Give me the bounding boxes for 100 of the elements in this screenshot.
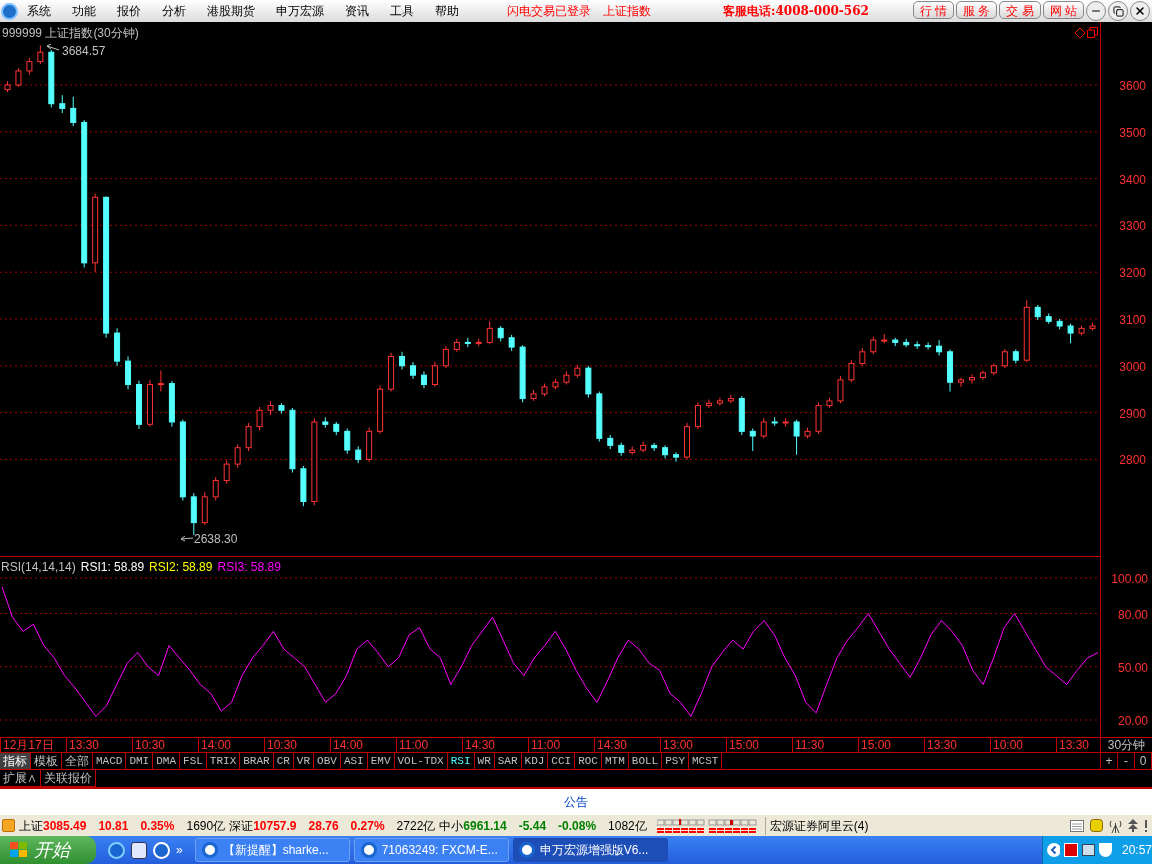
- candlestick: [618, 442, 625, 457]
- candlestick: [629, 445, 636, 456]
- diamond-icon[interactable]: [1075, 28, 1085, 38]
- candlestick: [1034, 304, 1041, 321]
- menu-item[interactable]: 工具: [390, 2, 414, 20]
- price-axis-label: 2800: [1119, 452, 1146, 470]
- indicator-tab[interactable]: CCI: [548, 753, 576, 769]
- document-icon[interactable]: [1070, 819, 1084, 832]
- rsi-axis-label: 20.00: [1117, 713, 1148, 730]
- market-quote[interactable]: 中小6961.14: [439, 816, 507, 835]
- indicator-tab[interactable]: MTM: [602, 753, 629, 769]
- indicator-tab[interactable]: KDJ: [521, 753, 549, 769]
- indicator-tab[interactable]: SAR: [494, 753, 522, 769]
- candlestick: [278, 402, 285, 415]
- coin-icon[interactable]: [1090, 819, 1103, 832]
- indicator-tab[interactable]: WR: [474, 753, 495, 769]
- server-name[interactable]: 宏源证券阿里云(4): [764, 816, 869, 835]
- taskbar-button[interactable]: 71063249: FXCM-E...: [353, 838, 509, 862]
- panel-tab[interactable]: 模板: [31, 753, 62, 769]
- time-axis-label: 14:00: [198, 738, 264, 752]
- indicator-tab[interactable]: PSY: [662, 753, 689, 769]
- rsi-value: RSI2: 58.89: [149, 559, 213, 576]
- market-quote[interactable]: 深证10757.9: [229, 816, 297, 835]
- indicator-tab[interactable]: MACD: [93, 753, 127, 769]
- close-icon[interactable]: [1130, 1, 1150, 21]
- candlestick: [607, 434, 614, 450]
- panel-tab[interactable]: 全部: [62, 753, 93, 769]
- indicator-tab[interactable]: MCST: [689, 753, 723, 769]
- indicator-tab[interactable]: FSL: [180, 753, 207, 769]
- zoom-button[interactable]: +: [1101, 753, 1118, 769]
- chevron-left-icon[interactable]: [1047, 843, 1061, 857]
- candlestick: [399, 351, 406, 371]
- minimize-icon[interactable]: [1086, 1, 1106, 21]
- rsi-axis-label: 50.00: [1117, 659, 1148, 677]
- indicator-tab[interactable]: OBV: [314, 753, 341, 769]
- low-price-label: 2638.30: [194, 531, 238, 548]
- antenna-icon[interactable]: [1109, 818, 1122, 833]
- zoom-button[interactable]: -: [1118, 753, 1135, 769]
- panel-tab[interactable]: 扩展∧: [0, 770, 41, 787]
- candlestick: [585, 365, 592, 399]
- restore-icon[interactable]: [1108, 1, 1128, 21]
- candlestick: [1078, 325, 1085, 336]
- indicator-tab[interactable]: ASI: [340, 753, 368, 769]
- time-axis-label: 14:00: [330, 738, 396, 752]
- candlestick: [673, 451, 680, 463]
- candlestick: [815, 401, 822, 435]
- candlestick: [936, 339, 943, 356]
- menu-item[interactable]: 系统: [27, 2, 51, 20]
- candlestick: [958, 377, 964, 388]
- indicator-tab[interactable]: VOL-TDX: [394, 753, 448, 769]
- time-axis-label: 10:30: [132, 738, 198, 752]
- taskbar-button[interactable]: 【新提醒】sharke...: [194, 838, 350, 862]
- menu-item[interactable]: 报价: [117, 2, 141, 20]
- tree-icon[interactable]: [1128, 819, 1138, 832]
- candlestick: [859, 347, 866, 367]
- candlestick: [552, 378, 559, 390]
- indicator-tab[interactable]: CR: [273, 753, 294, 769]
- candlestick: [125, 355, 132, 390]
- notice-title[interactable]: 公告: [564, 793, 588, 811]
- candlestick: [201, 491, 208, 526]
- browser-icon[interactable]: [108, 841, 125, 859]
- indicator-tab[interactable]: DMI: [126, 753, 154, 769]
- menu-item[interactable]: 帮助: [435, 2, 459, 20]
- indicator-tab[interactable]: TRIX: [206, 753, 241, 769]
- zoom-button[interactable]: 0: [1135, 753, 1152, 769]
- taskbar-button[interactable]: 申万宏源增强版V6...: [512, 838, 668, 862]
- indicator-tab[interactable]: RSI: [447, 753, 475, 769]
- time-axis-label: 15:00: [858, 738, 924, 752]
- indicator-tab[interactable]: DMA: [153, 753, 181, 769]
- change-percent: 0.35%: [140, 817, 175, 835]
- change-value: 28.76: [308, 817, 339, 835]
- rsi-axis-label: 80.00: [1117, 606, 1148, 624]
- candlestick: [563, 370, 570, 386]
- candlestick: [519, 344, 526, 403]
- indicator-tab[interactable]: BRAR: [240, 753, 274, 769]
- candlestick: [749, 428, 756, 452]
- menu-item[interactable]: 分析: [162, 2, 186, 20]
- candlestick: [705, 399, 712, 409]
- indicator-tab[interactable]: EMV: [367, 753, 395, 769]
- period-label[interactable]: 30分钟: [1100, 738, 1152, 752]
- candlestick: [256, 406, 263, 431]
- menu-item[interactable]: 申万宏源: [276, 2, 324, 20]
- panel-tab[interactable]: 指标: [0, 753, 31, 769]
- market-quote[interactable]: 上证3085.49: [19, 816, 87, 835]
- candlestick: [289, 407, 296, 473]
- app-logo-icon[interactable]: [1, 2, 18, 20]
- restore-icon[interactable]: [1087, 27, 1098, 38]
- more-chevron[interactable]: »: [176, 841, 183, 859]
- candlestick: [431, 361, 438, 388]
- candlestick: [837, 375, 844, 404]
- candlestick: [26, 57, 33, 76]
- menu-item[interactable]: 港股期货: [207, 2, 255, 20]
- indicator-tab[interactable]: BOLL: [628, 753, 663, 769]
- tray-app-icon[interactable]: [1064, 843, 1078, 857]
- menu-item[interactable]: 功能: [72, 2, 96, 20]
- candlestick: [37, 44, 44, 65]
- indicator-tab[interactable]: VR: [293, 753, 315, 769]
- panel-tab[interactable]: 关联报价: [41, 770, 96, 787]
- menu-item[interactable]: 资讯: [345, 2, 369, 20]
- indicator-tab[interactable]: ROC: [575, 753, 602, 769]
